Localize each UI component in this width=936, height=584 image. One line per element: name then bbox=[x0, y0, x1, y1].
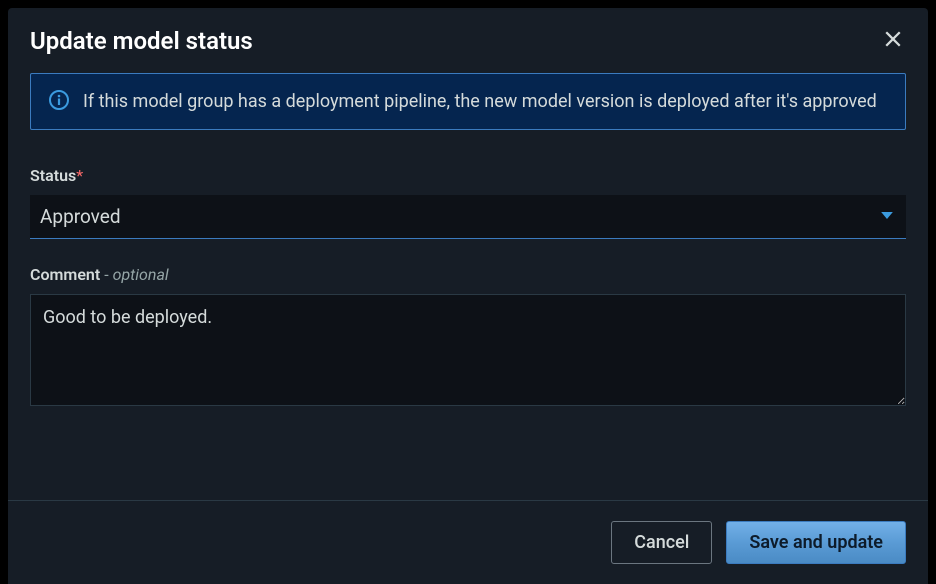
comment-label-text: Comment bbox=[30, 265, 100, 284]
close-icon bbox=[884, 30, 902, 51]
save-and-update-button[interactable]: Save and update bbox=[726, 521, 906, 564]
modal-body: If this model group has a deployment pip… bbox=[8, 73, 928, 500]
status-select[interactable]: Approved bbox=[30, 195, 906, 239]
modal-header: Update model status bbox=[8, 8, 928, 73]
info-banner: If this model group has a deployment pip… bbox=[30, 73, 906, 130]
status-label: Status* bbox=[30, 166, 906, 185]
status-label-text: Status bbox=[30, 166, 76, 185]
cancel-button[interactable]: Cancel bbox=[611, 521, 712, 564]
comment-label: Comment - optional bbox=[30, 265, 906, 284]
comment-field-group: Comment - optional Good to be deployed. bbox=[30, 265, 906, 410]
info-message: If this model group has a deployment pip… bbox=[83, 88, 877, 115]
info-icon bbox=[49, 90, 69, 114]
close-button[interactable] bbox=[880, 26, 906, 55]
status-field-group: Status* Approved bbox=[30, 166, 906, 239]
comment-textarea[interactable]: Good to be deployed. bbox=[30, 294, 906, 406]
required-asterisk: * bbox=[76, 166, 83, 185]
status-select-wrap: Approved bbox=[30, 195, 906, 239]
update-model-status-modal: Update model status If this model group … bbox=[8, 8, 928, 584]
modal-footer: Cancel Save and update bbox=[8, 500, 928, 584]
comment-label-separator: - bbox=[100, 265, 112, 284]
comment-optional-text: optional bbox=[113, 265, 169, 284]
modal-title: Update model status bbox=[30, 27, 253, 55]
